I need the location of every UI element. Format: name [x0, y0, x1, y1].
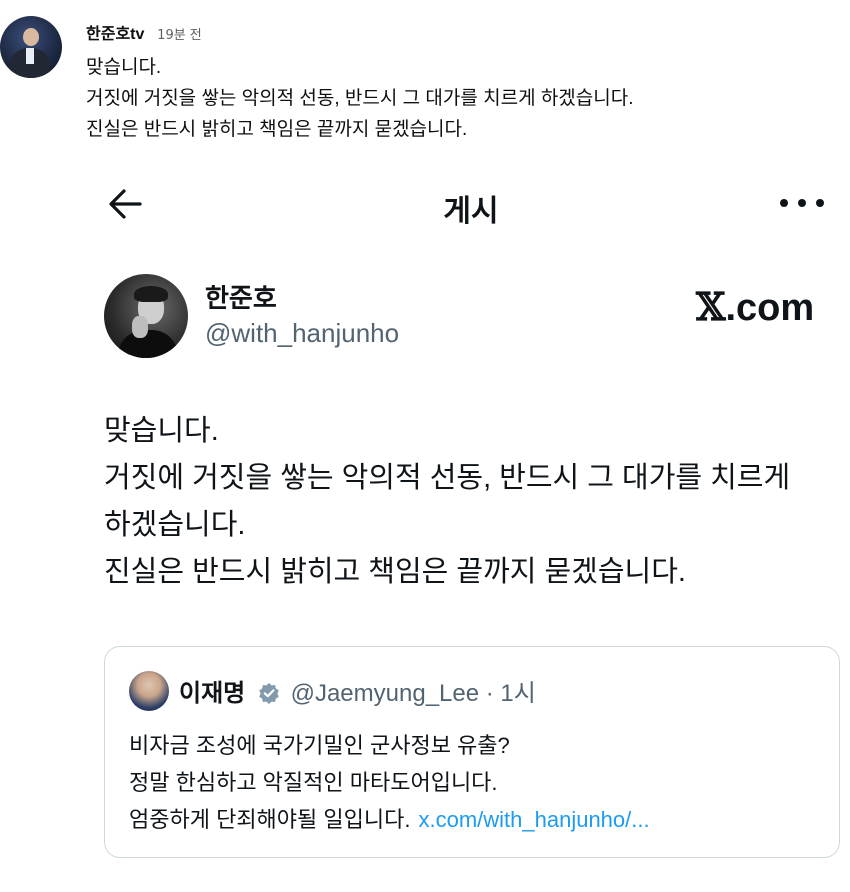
post-body: 맞습니다. 거짓에 거짓을 쌓는 악의적 선동, 반드시 그 대가를 치르게 하… — [104, 408, 790, 596]
quoted-line-text: 엄중하게 단죄해야될 일입니다. — [129, 807, 411, 832]
post-line: 하겠습니다. — [104, 509, 246, 541]
logo-text: .com — [725, 287, 815, 329]
comment-text: 맞습니다. 거짓에 거짓을 쌓는 악의적 선동, 반드시 그 대가를 치르게 하… — [86, 52, 634, 145]
quoted-author-avatar[interactable] — [129, 671, 169, 711]
comment-line: 맞습니다. — [86, 57, 162, 78]
author-avatar[interactable] — [104, 274, 188, 358]
post-time[interactable]: 19분 전 — [157, 28, 202, 43]
quoted-post[interactable]: 이재명 @Jaemyung_Lee · 1시 비자금 조성에 국가기밀인 군사정… — [104, 646, 840, 858]
channel-avatar[interactable] — [0, 16, 62, 78]
post-line: 진실은 반드시 밝히고 책임은 끝까지 묻겠습니다. — [104, 556, 686, 588]
comment-header: 한준호tv 19분 전 — [86, 20, 202, 44]
quoted-post-header: 이재명 @Jaemyung_Lee · 1시 — [179, 673, 536, 711]
quoted-author-name[interactable]: 이재명 — [179, 680, 245, 707]
channel-name[interactable]: 한준호tv — [86, 26, 144, 43]
quoted-link[interactable]: x.com/with_hanjunho/... — [418, 807, 649, 832]
author-name[interactable]: 한준호 — [205, 278, 277, 315]
quoted-line: 엄중하게 단죄해야될 일입니다. x.com/with_hanjunho/... — [129, 801, 650, 838]
embedded-x-screenshot: 게시 한준호 @with_hanjunho 𝕏.com 맞습니다. 거짓에 거짓… — [92, 170, 850, 892]
verified-badge-icon — [258, 682, 280, 711]
x-com-logo: 𝕏.com — [696, 284, 814, 330]
quoted-author-handle-time: @Jaemyung_Lee · 1시 — [290, 680, 536, 707]
quoted-line: 정말 한심하고 악질적인 마타도어입니다. — [129, 770, 498, 795]
page-title: 게시 — [443, 195, 499, 228]
more-options-icon[interactable] — [780, 190, 824, 216]
quoted-post-body: 비자금 조성에 국가기밀인 군사정보 유출? 정말 한심하고 악질적인 마타도어… — [129, 727, 650, 838]
comment-line: 진실은 반드시 밝히고 책임은 끝까지 묻겠습니다. — [86, 119, 468, 140]
author-handle[interactable]: @with_hanjunho — [205, 318, 399, 349]
x-logo-icon: 𝕏 — [696, 284, 726, 329]
post-line: 맞습니다. — [104, 415, 219, 447]
post-line: 거짓에 거짓을 쌓는 악의적 선동, 반드시 그 대가를 치르게 — [104, 462, 791, 494]
quoted-line: 비자금 조성에 국가기밀인 군사정보 유출? — [129, 733, 510, 758]
comment-line: 거짓에 거짓을 쌓는 악의적 선동, 반드시 그 대가를 치르게 하겠습니다. — [86, 88, 634, 109]
